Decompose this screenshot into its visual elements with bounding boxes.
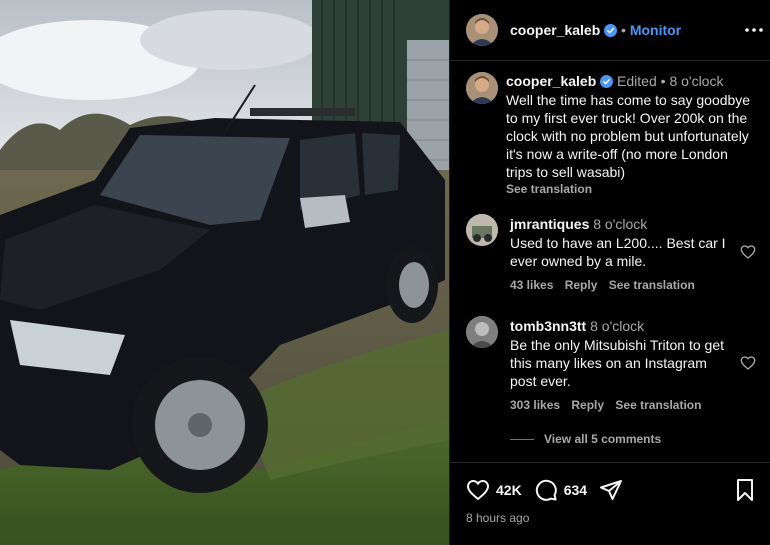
commenter-username[interactable]: tomb3nn3tt <box>510 318 586 334</box>
commenter-avatar[interactable] <box>466 316 498 348</box>
see-translation-link[interactable]: See translation <box>609 278 695 292</box>
comment-text: Used to have an L200.... Best car I ever… <box>510 235 726 269</box>
heart-icon[interactable] <box>740 244 756 260</box>
heart-icon[interactable] <box>466 478 490 502</box>
comment-time[interactable]: 8 o'clock <box>590 318 644 334</box>
post-side-panel: cooper_kaleb • Monitor cooper_kaleb Edit… <box>449 0 770 545</box>
post-footer: 42K 634 8 hours ago <box>450 462 770 545</box>
edited-label: Edited <box>617 73 657 89</box>
author-avatar[interactable] <box>466 14 498 46</box>
post-caption: cooper_kaleb Edited • 8 o'clock Well the… <box>466 73 766 196</box>
truck-photo <box>0 0 449 545</box>
reply-button[interactable]: Reply <box>565 278 598 292</box>
commenter-avatar[interactable] <box>466 214 498 246</box>
comment-text: Be the only Mitsubishi Triton to get thi… <box>510 337 724 389</box>
header-username[interactable]: cooper_kaleb <box>510 22 600 38</box>
divider <box>510 439 534 440</box>
view-all-comments-button[interactable]: View all 5 comments <box>510 432 661 446</box>
view-all-label: View all 5 comments <box>544 432 662 446</box>
bookmark-icon[interactable] <box>733 478 757 502</box>
verified-badge-icon <box>600 75 614 88</box>
more-options-icon[interactable] <box>743 19 765 41</box>
likes-count[interactable]: 42K <box>496 482 522 498</box>
post-photo[interactable] <box>0 0 449 545</box>
heart-icon[interactable] <box>740 355 756 371</box>
caption-text: Well the time has come to say goodbye to… <box>506 92 751 180</box>
see-translation-link[interactable]: See translation <box>615 398 701 412</box>
caption-username[interactable]: cooper_kaleb <box>506 73 596 89</box>
share-icon[interactable] <box>599 478 623 502</box>
see-translation-link[interactable]: See translation <box>506 182 766 196</box>
comment-bubble-icon[interactable] <box>534 478 558 502</box>
verified-badge-icon <box>604 24 618 37</box>
comment-item: jmrantiques 8 o'clock Used to have an L2… <box>466 214 756 292</box>
comments-count[interactable]: 634 <box>564 482 587 498</box>
post-time-ago[interactable]: 8 hours ago <box>466 511 529 525</box>
commenter-username[interactable]: jmrantiques <box>510 216 589 232</box>
comment-likes[interactable]: 303 likes <box>510 398 560 412</box>
caption-time[interactable]: 8 o'clock <box>669 73 723 89</box>
avatar-image <box>466 214 498 246</box>
comment-likes[interactable]: 43 likes <box>510 278 553 292</box>
comment-time[interactable]: 8 o'clock <box>593 216 647 232</box>
avatar-image <box>466 316 498 348</box>
post-header: cooper_kaleb • Monitor <box>450 0 770 61</box>
follow-button[interactable]: Monitor <box>630 22 681 38</box>
header-separator: • <box>621 22 626 38</box>
avatar-image <box>466 14 498 46</box>
caption-dot: • <box>660 73 666 89</box>
reply-button[interactable]: Reply <box>571 398 604 412</box>
comment-item: tomb3nn3tt 8 o'clock Be the only Mitsubi… <box>466 316 756 412</box>
